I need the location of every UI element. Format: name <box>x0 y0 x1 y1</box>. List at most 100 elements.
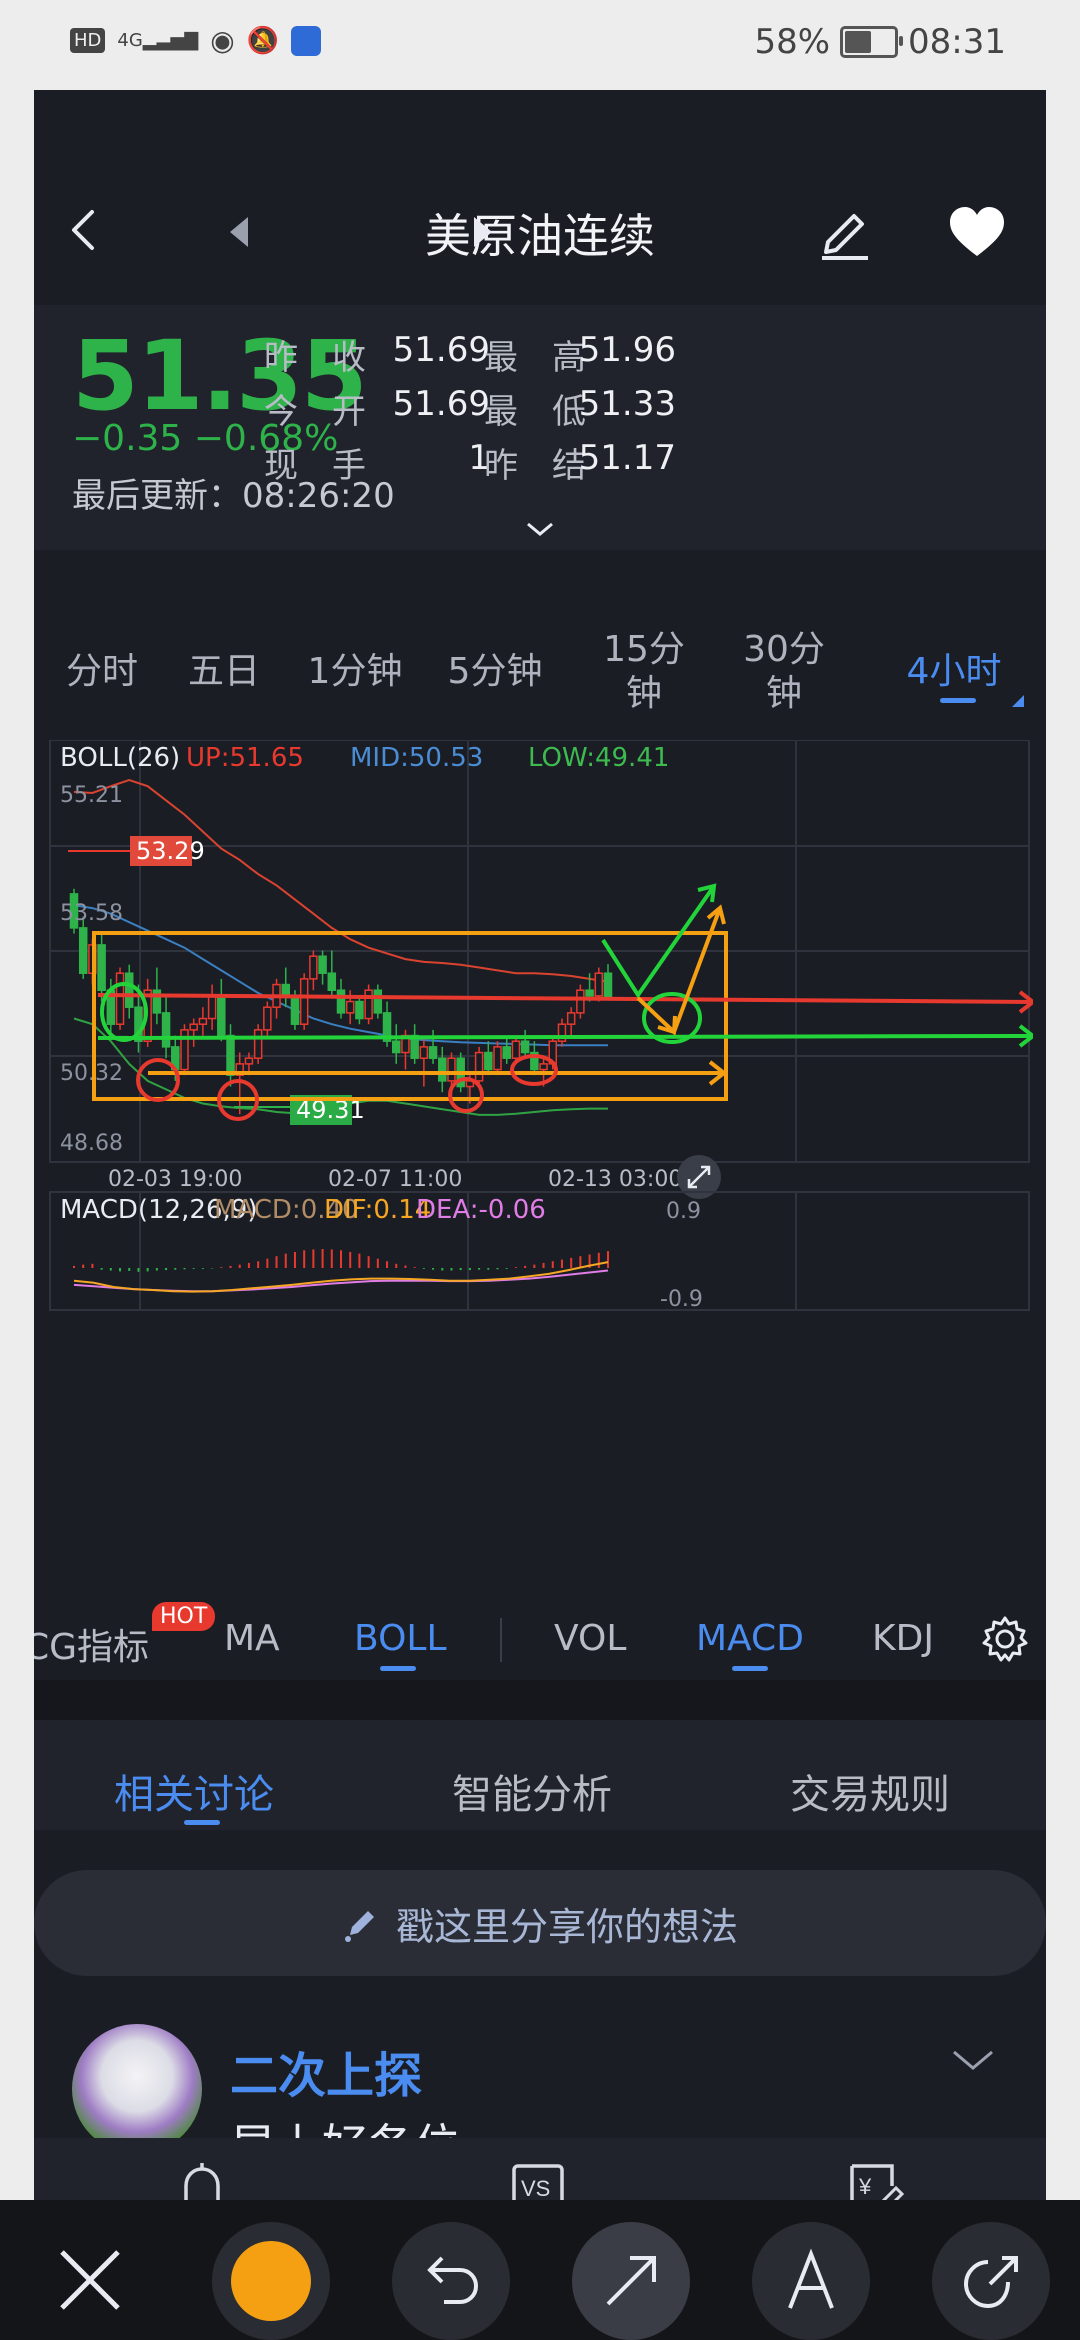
x-tick: 02-03 19:00 <box>108 1167 242 1192</box>
quote-label: 今 开 <box>264 392 366 432</box>
share-icon <box>963 2256 1018 2309</box>
app-icon <box>291 25 321 56</box>
tab-smart-analysis[interactable]: 智能分析 <box>452 1762 612 1820</box>
x-tick: 02-07 11:00 <box>328 1167 462 1192</box>
candle-body <box>217 995 226 1037</box>
green-support-line <box>97 1034 1033 1040</box>
candle-body <box>345 1000 355 1014</box>
quote-value: 51.17 <box>578 438 676 478</box>
gear-icon <box>982 1616 1028 1662</box>
candle-body <box>511 1040 521 1059</box>
x-tick: 02-13 03:00 <box>548 1167 682 1192</box>
share-placeholder: 戳这里分享你的想法 <box>395 1904 738 1949</box>
indicator-tabs: CG指标 HOT MA BOLL VOL MACD KDJ <box>34 1600 1046 1680</box>
candle-body <box>373 989 383 1014</box>
post-author[interactable]: 二次上探 <box>230 2036 422 2106</box>
candle-body <box>539 1063 548 1071</box>
candle-body <box>115 972 125 1025</box>
quote-label: 昨 收 <box>264 338 366 378</box>
expand-quote-button[interactable] <box>524 520 556 544</box>
candle-body <box>97 944 106 991</box>
candle-body <box>520 1040 530 1054</box>
tab-divider <box>500 1618 502 1662</box>
tab-vol[interactable]: VOL <box>554 1618 626 1659</box>
candle-body <box>419 1046 429 1059</box>
color-picker-button[interactable] <box>212 2222 330 2340</box>
tab-boll-underline <box>380 1666 416 1671</box>
drawing-toolbar <box>0 2200 1080 2340</box>
tab-period[interactable]: 15分 钟 <box>594 628 694 716</box>
pencil-icon <box>344 1911 374 1942</box>
status-right: 58% 08:31 <box>754 22 1006 62</box>
tab-period[interactable]: 5分钟 <box>430 650 560 694</box>
chevron-down-icon <box>953 2050 993 2070</box>
undo-button[interactable] <box>392 2222 510 2340</box>
quote-value: 1 <box>468 438 490 478</box>
battery-icon <box>840 26 904 58</box>
share-thought-input[interactable]: 戳这里分享你的想法 <box>34 1870 1046 1976</box>
candle-body <box>493 1046 502 1071</box>
nav-alert[interactable]: 提醒 <box>122 2158 282 2200</box>
settings-button[interactable] <box>980 1614 1030 1668</box>
post-expand-button[interactable] <box>950 2046 996 2078</box>
y-tick: 53.58 <box>60 901 123 926</box>
candle-body <box>594 972 604 997</box>
y-tick: 55.21 <box>60 783 123 808</box>
text-icon <box>788 2248 834 2309</box>
bell-icon <box>184 2163 220 2200</box>
hd-icon: HD <box>70 28 106 53</box>
avatar[interactable] <box>72 2024 202 2154</box>
nav-compare[interactable]: VS 对比 <box>458 2158 618 2200</box>
tab-macd[interactable]: MACD <box>696 1618 804 1659</box>
nav-ledger[interactable]: ¥ 记账 <box>794 2158 954 2200</box>
undo-icon <box>427 2256 479 2304</box>
favorite-button[interactable] <box>946 202 1008 266</box>
tab-period[interactable]: 1分钟 <box>290 650 420 694</box>
tab-period[interactable]: 30分 钟 <box>734 628 834 716</box>
quote-value: 51.69 <box>392 330 490 370</box>
next-instrument-button[interactable] <box>472 215 496 253</box>
tab-related-discussion[interactable]: 相关讨论 <box>114 1762 274 1820</box>
discussion-tabs: 相关讨论 智能分析 交易规则 <box>34 1720 1046 1830</box>
macd-legend-dea: DEA:-0.06 <box>416 1195 546 1225</box>
candle-body <box>447 1057 456 1082</box>
eye-icon: ◉ <box>210 24 235 57</box>
tab-kdj[interactable]: KDJ <box>872 1618 934 1659</box>
edit-button[interactable] <box>814 204 874 268</box>
boll-legend-mid: MID:50.53 <box>350 743 483 773</box>
heart-icon <box>950 207 1004 256</box>
candle-body <box>364 989 373 1020</box>
tab-boll[interactable]: BOLL <box>354 1618 447 1659</box>
triangle-right-icon <box>474 217 492 247</box>
candle-body <box>355 1000 364 1020</box>
candlestick-chart[interactable]: BOLL(26) UP:51.65 MID:50.53 LOW:49.41 55… <box>48 740 1033 1602</box>
candle-body <box>576 989 585 1014</box>
discussion-tab-underline <box>184 1820 220 1825</box>
arrow-icon <box>606 2256 656 2306</box>
page-title: 美原油连续 <box>425 209 655 263</box>
candle-body <box>281 983 291 997</box>
candle-body <box>198 1017 208 1025</box>
battery-percent: 58% <box>754 22 831 62</box>
arrow-tool-button[interactable] <box>572 2222 690 2340</box>
tab-trading-rules[interactable]: 交易规则 <box>790 1762 950 1820</box>
candle-body <box>585 989 594 997</box>
share-drawing-button[interactable] <box>932 2222 1050 2340</box>
boll-legend-up: UP:51.65 <box>186 743 304 773</box>
close-drawing-button[interactable] <box>50 2240 130 2320</box>
tab-cg-indicator[interactable]: CG指标 <box>34 1618 149 1670</box>
quote-value: 51.33 <box>578 384 676 424</box>
tab-macd-underline <box>732 1666 768 1671</box>
tab-ma[interactable]: MA <box>224 1618 280 1659</box>
candle-body <box>161 1012 171 1048</box>
candle-body <box>299 978 309 1025</box>
tab-period-active[interactable]: 4小时 <box>894 650 1014 694</box>
discussion-post[interactable]: 二次上探 早上好各位 <box>34 1990 1046 2173</box>
mute-icon: 🔕 <box>246 25 279 56</box>
candle-body <box>474 1051 484 1082</box>
svg-text:¥: ¥ <box>858 2174 872 2199</box>
tab-period[interactable]: 分时 <box>52 650 152 694</box>
tab-period[interactable]: 五日 <box>174 650 274 694</box>
candle-body <box>336 989 346 1014</box>
text-tool-button[interactable] <box>752 2222 870 2340</box>
